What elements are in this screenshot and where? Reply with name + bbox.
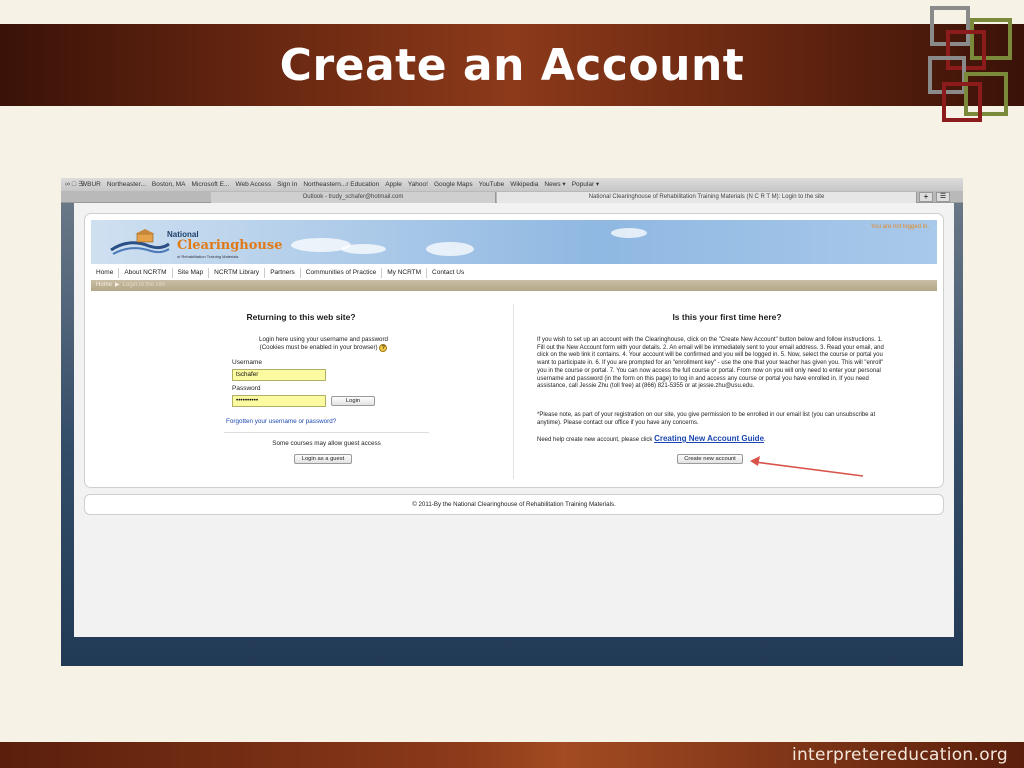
logo-subtitle: of Rehabilitation Training Materials [177, 254, 239, 259]
cookies-note: (Cookies must be enabled in your browser… [259, 344, 378, 351]
footer-url: interpretereducation.org [791, 745, 1008, 765]
site-footer: © 2011-By the National Clearinghouse of … [84, 494, 944, 515]
bookmarks-bar: ∞ □ ☰ WBUR Northeaster... Boston, MA Micros… [61, 178, 963, 191]
cloud-decoration [341, 244, 386, 254]
breadcrumb: Home ▶ Login to the site [91, 280, 937, 291]
bookmark-item[interactable]: Boston, MA [152, 181, 186, 188]
login-info-line2: (Cookies must be enabled in your browser… [236, 344, 411, 352]
signup-heading: Is this your first time here? [672, 312, 782, 322]
username-label: Username [232, 359, 262, 366]
login-as-guest-button[interactable]: Login as a guest [294, 454, 352, 464]
bookmark-item[interactable]: Popular ▾ [572, 181, 599, 188]
email-list-note: *Please note, as part of your registrati… [537, 412, 876, 426]
nav-library[interactable]: NCRTM Library [209, 268, 266, 278]
login-instructions: Login here using your username and passw… [236, 336, 411, 352]
bookmark-item[interactable]: Wikipedia [510, 181, 538, 188]
password-label: Password [232, 385, 261, 392]
bookmark-item[interactable]: Apple [385, 181, 402, 188]
browser-screenshot: ∞ □ ☰ WBUR Northeaster... Boston, MA Micros… [61, 178, 963, 666]
breadcrumb-current: Login to the site [122, 282, 166, 288]
column-divider [513, 304, 514, 479]
login-status: You are not logged in. [870, 224, 929, 230]
breadcrumb-separator: ▶ [115, 282, 120, 288]
create-new-account-button[interactable]: Create new account [677, 454, 743, 464]
login-button[interactable]: Login [331, 396, 375, 406]
bookmark-item[interactable]: Sign In [277, 181, 297, 188]
nav-partners[interactable]: Partners [265, 268, 301, 278]
site-banner: National Clearinghouse of Rehabilitation… [91, 220, 937, 264]
breadcrumb-home-link[interactable]: Home [96, 282, 112, 288]
nav-my-ncrtm[interactable]: My NCRTM [382, 268, 428, 278]
login-heading: Returning to this web site? [246, 312, 356, 322]
bookmark-item[interactable]: Yahoo! [408, 181, 428, 188]
nav-home[interactable]: Home [91, 268, 120, 278]
guide-help-prefix: Need help create new account, please cli… [537, 437, 653, 443]
logo-clearinghouse-text: Clearinghouse [177, 238, 283, 253]
nav-site-map[interactable]: Site Map [173, 268, 210, 278]
slide-title: Create an Account [279, 40, 745, 91]
tab-ncrtm-login[interactable]: National Clearinghouse of Rehabilitation… [497, 192, 917, 203]
forgot-password-link[interactable]: Forgotten your username or password? [226, 418, 336, 425]
tab-overview-icon[interactable]: ☰ [936, 192, 950, 202]
tab-strip: Outlook - trudy_schafer@hotmail.com Nati… [61, 191, 963, 203]
bookmark-item[interactable]: Northeaster... [107, 181, 146, 188]
bookmark-item[interactable]: News ▾ [544, 181, 565, 188]
cloud-decoration [426, 242, 474, 256]
login-page-card: National Clearinghouse of Rehabilitation… [84, 213, 944, 488]
guest-access-note: Some courses may allow guest access [272, 440, 381, 447]
nav-contact[interactable]: Contact Us [427, 268, 469, 278]
site-navbar: Home About NCRTM Site Map NCRTM Library Part… [91, 266, 937, 279]
bookmark-item[interactable]: Web Access [235, 181, 271, 188]
guide-help-line: Need help create new account, please cli… [537, 434, 889, 443]
help-icon[interactable]: ? [379, 344, 388, 352]
login-info-line1: Login here using your username and passw… [259, 336, 388, 343]
clearinghouse-logo-icon [110, 229, 170, 255]
cloud-decoration [611, 228, 647, 238]
page-viewport: National Clearinghouse of Rehabilitation… [74, 203, 954, 637]
password-input[interactable]: •••••••••• [232, 395, 326, 407]
bookmark-item[interactable]: Northeastern...r Education [303, 181, 379, 188]
bookmark-item[interactable]: Google Maps [434, 181, 473, 188]
account-guide-link[interactable]: Creating New Account Guide [654, 434, 764, 443]
guide-help-suffix: . [764, 437, 766, 443]
bookmark-toolbar-icons: ∞ □ ☰ [65, 181, 85, 188]
tab-outlook[interactable]: Outlook - trudy_schafer@hotmail.com [211, 192, 496, 203]
username-input[interactable]: tschafer [232, 369, 326, 381]
nav-about[interactable]: About NCRTM [119, 268, 173, 278]
signup-instructions: If you wish to set up an account with th… [537, 337, 884, 390]
squares-logo-icon [928, 6, 1012, 122]
bookmark-item[interactable]: Microsoft E... [192, 181, 230, 188]
bookmark-item[interactable]: YouTube [479, 181, 505, 188]
guest-divider [224, 432, 429, 433]
new-tab-button[interactable]: + [919, 192, 933, 202]
nav-communities[interactable]: Communities of Practice [301, 268, 383, 278]
